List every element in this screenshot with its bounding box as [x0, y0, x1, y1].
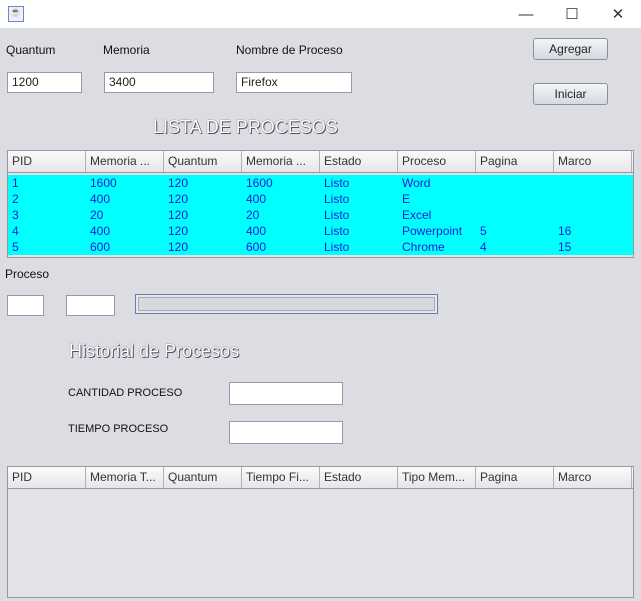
table-cell: Listo — [324, 176, 350, 190]
table-header: PID Memoria T... Quantum Tiempo Fi... Estado… — [8, 467, 633, 489]
lista-title: LISTA DE PROCESOS — [153, 117, 338, 137]
column-header[interactable]: Marco — [554, 467, 632, 488]
agregar-button[interactable]: Agregar — [533, 38, 608, 60]
nombre-input[interactable]: Firefox — [236, 72, 352, 93]
column-header[interactable]: Tipo Mem... — [398, 467, 476, 488]
iniciar-button[interactable]: Iniciar — [533, 83, 608, 105]
table-row[interactable]: 5 600 120 600 Listo Chrome 4 15 — [8, 239, 633, 255]
table-cell: Listo — [324, 192, 350, 206]
column-header[interactable]: Pagina — [476, 151, 554, 172]
column-header[interactable]: Quantum — [164, 151, 242, 172]
column-header[interactable]: Memoria T... — [86, 467, 164, 488]
table-cell: 3 — [12, 208, 19, 222]
table-cell: 5 — [480, 224, 487, 238]
table-cell: Powerpoint — [402, 224, 463, 238]
memoria-input[interactable]: 3400 — [104, 72, 214, 93]
table-cell: 600 — [90, 240, 111, 254]
table-cell: 400 — [90, 192, 111, 206]
column-header[interactable]: Marco — [554, 151, 632, 172]
table-cell: Listo — [324, 240, 350, 254]
table-cell: 4 — [12, 224, 19, 238]
table-cell: 400 — [246, 224, 267, 238]
table-cell: 4 — [480, 240, 487, 254]
column-header[interactable]: Estado — [320, 151, 398, 172]
table-row[interactable]: 2 400 120 400 Listo E — [8, 191, 633, 207]
cantidad-input[interactable] — [229, 382, 343, 405]
table-cell: 120 — [168, 208, 189, 222]
table-cell — [476, 191, 554, 207]
table-row[interactable]: 4 400 120 400 Listo Powerpoint 5 16 — [8, 223, 633, 239]
table-cell: Listo — [324, 224, 350, 238]
table-cell: Listo — [324, 208, 350, 222]
table-row[interactable]: 3 20 120 20 Listo Excel — [8, 207, 633, 223]
table-cell — [476, 207, 554, 223]
table-cell: 120 — [168, 224, 189, 238]
table-cell: 120 — [168, 176, 189, 190]
column-header[interactable]: PID — [8, 467, 86, 488]
table-cell — [554, 207, 632, 223]
table-cell: 20 — [90, 208, 104, 222]
minimize-button[interactable]: — — [503, 0, 549, 28]
table-cell: 15 — [558, 240, 572, 254]
table-cell: 20 — [246, 208, 260, 222]
close-button[interactable]: ✕ — [595, 0, 641, 28]
table-cell: E — [402, 192, 411, 206]
tiempo-input[interactable] — [229, 421, 343, 444]
table-cell: 120 — [168, 240, 189, 254]
tiempo-label: TIEMPO PROCESO — [68, 423, 169, 435]
title-bar: ☕ — ☐ ✕ — [0, 0, 641, 28]
table-cell — [476, 175, 554, 191]
table-cell — [554, 175, 632, 191]
table-cell: 400 — [246, 192, 267, 206]
quantum-input[interactable]: 1200 — [7, 72, 82, 93]
table-row[interactable]: 1 1600 120 1600 Listo Word — [8, 175, 633, 191]
column-header[interactable]: Estado — [320, 467, 398, 488]
column-header[interactable]: Pagina — [476, 467, 554, 488]
table-cell: Chrome — [402, 240, 445, 254]
table-cell: Excel — [402, 208, 432, 222]
maximize-button[interactable]: ☐ — [549, 0, 595, 28]
quantum-label: Quantum — [6, 43, 56, 57]
table-cell: 2 — [12, 192, 19, 206]
proceso-field-1[interactable] — [7, 295, 44, 316]
cantidad-label: CANTIDAD PROCESO — [68, 387, 183, 399]
column-header[interactable]: Proceso — [398, 151, 476, 172]
column-header[interactable]: Quantum — [164, 467, 242, 488]
historial-table[interactable]: PID Memoria T... Quantum Tiempo Fi... Estado… — [7, 466, 634, 598]
table-cell: 16 — [558, 224, 572, 238]
column-header[interactable]: PID — [8, 151, 86, 172]
historial-title: Historial de Procesos — [69, 341, 240, 361]
table-cell: 600 — [246, 240, 267, 254]
column-header[interactable]: Tiempo Fi... — [242, 467, 320, 488]
table-cell: Word — [402, 176, 431, 190]
table-cell: 1600 — [90, 176, 117, 190]
column-header[interactable]: Memoria ... — [86, 151, 164, 172]
table-cell: 5 — [12, 240, 19, 254]
table-cell: 1 — [12, 176, 19, 190]
table-cell: 1600 — [246, 176, 273, 190]
column-header[interactable]: Memoria ... — [242, 151, 320, 172]
java-icon: ☕ — [8, 6, 24, 22]
nombre-label: Nombre de Proceso — [236, 43, 343, 57]
progress-bar — [135, 294, 438, 314]
table-cell: 400 — [90, 224, 111, 238]
table-header: PID Memoria ... Quantum Memoria ... Estado Pr… — [8, 151, 633, 173]
proceso-field-2[interactable] — [66, 295, 115, 316]
memoria-label: Memoria — [103, 43, 150, 57]
proceso-label: Proceso — [5, 267, 50, 281]
table-cell — [554, 191, 632, 207]
table-cell: 120 — [168, 192, 189, 206]
process-table[interactable]: PID Memoria ... Quantum Memoria ... Estado Pr… — [7, 150, 634, 258]
